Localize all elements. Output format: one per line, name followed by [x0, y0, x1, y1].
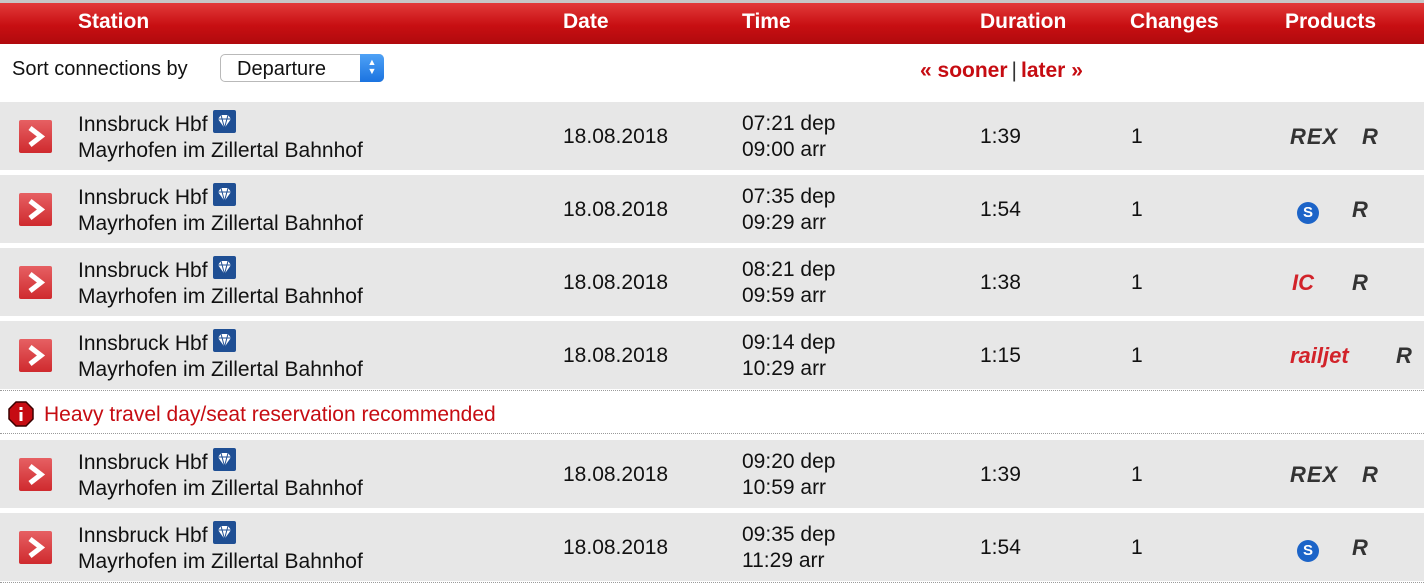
product-r[interactable]: R: [1362, 462, 1378, 488]
to-station[interactable]: Mayrhofen im Zillertal Bahnhof: [78, 212, 363, 236]
duration-cell: 1:54: [980, 536, 1021, 559]
product-rex[interactable]: REX: [1290, 124, 1338, 150]
diamond-icon[interactable]: [212, 448, 236, 471]
divider: [0, 390, 1424, 391]
sort-select-value: Departure: [237, 58, 326, 80]
header-station: Station: [78, 10, 150, 33]
date-cell: 18.08.2018: [563, 125, 669, 148]
changes-cell: 1: [1131, 463, 1143, 486]
changes-cell: 1: [1131, 344, 1143, 367]
duration-cell: 1:38: [980, 271, 1021, 294]
product-ic[interactable]: IC: [1292, 270, 1314, 296]
changes-cell: 1: [1131, 198, 1143, 221]
connection-row: Innsbruck Hbf Mayrhofen im Zillertal Bah…: [0, 321, 1424, 389]
departure-time: 09:35 dep: [742, 523, 836, 546]
product-railjet[interactable]: railjet: [1290, 343, 1349, 369]
chevron-right-icon[interactable]: [19, 531, 52, 564]
product-r[interactable]: R: [1352, 197, 1368, 223]
to-station[interactable]: Mayrhofen im Zillertal Bahnhof: [78, 285, 363, 309]
date-cell: 18.08.2018: [563, 536, 669, 559]
sbahn-icon: S: [1297, 202, 1319, 224]
connection-row: Innsbruck Hbf Mayrhofen im Zillertal Bah…: [0, 175, 1424, 243]
duration-cell: 1:39: [980, 463, 1021, 486]
sort-bar: [0, 44, 1424, 100]
departure-time: 07:21 dep: [742, 112, 836, 135]
chevron-right-icon[interactable]: [19, 193, 52, 226]
product-r[interactable]: R: [1362, 124, 1378, 150]
header-products: Products: [1285, 10, 1377, 33]
date-cell: 18.08.2018: [563, 198, 669, 221]
duration-cell: 1:54: [980, 198, 1021, 221]
product-r[interactable]: R: [1352, 535, 1368, 561]
chevron-right-icon[interactable]: [19, 458, 52, 491]
diamond-icon[interactable]: [212, 110, 236, 133]
to-station[interactable]: Mayrhofen im Zillertal Bahnhof: [78, 358, 363, 382]
diamond-icon[interactable]: [212, 329, 236, 352]
chevron-right-icon[interactable]: [19, 266, 52, 299]
from-station[interactable]: Innsbruck Hbf: [78, 521, 236, 548]
from-station[interactable]: Innsbruck Hbf: [78, 448, 236, 475]
date-cell: 18.08.2018: [563, 463, 669, 486]
table-header: Station Date Time Duration Changes Produ…: [0, 0, 1424, 44]
select-stepper-icon: ▲ ▼: [360, 54, 384, 82]
to-station[interactable]: Mayrhofen im Zillertal Bahnhof: [78, 139, 363, 163]
date-cell: 18.08.2018: [563, 344, 669, 367]
arrival-time: 10:29 arr: [742, 357, 827, 380]
product-rex[interactable]: REX: [1290, 462, 1338, 488]
chevron-right-icon[interactable]: [19, 339, 52, 372]
departure-time: 07:35 dep: [742, 185, 836, 208]
changes-cell: 1: [1131, 125, 1143, 148]
divider: [0, 582, 1424, 583]
diamond-icon[interactable]: [212, 521, 236, 544]
header-changes: Changes: [1130, 10, 1219, 33]
connection-row: Innsbruck Hbf Mayrhofen im Zillertal Bah…: [0, 440, 1424, 508]
connection-row: Innsbruck Hbf Mayrhofen im Zillertal Bah…: [0, 102, 1424, 170]
paging-separator: |: [1011, 59, 1017, 82]
later-link[interactable]: later »: [1021, 59, 1083, 82]
sort-label: Sort connections by: [12, 58, 188, 80]
header-duration: Duration: [980, 10, 1067, 33]
duration-cell: 1:39: [980, 125, 1021, 148]
diamond-icon[interactable]: [212, 183, 236, 206]
connection-row: Innsbruck Hbf Mayrhofen im Zillertal Bah…: [0, 513, 1424, 581]
paging: « sooner | later »: [920, 59, 1083, 83]
arrival-time: 09:29 arr: [742, 211, 827, 234]
from-station[interactable]: Innsbruck Hbf: [78, 110, 236, 137]
product-sbahn[interactable]: S: [1297, 535, 1319, 562]
product-r[interactable]: R: [1352, 270, 1368, 296]
product-r[interactable]: R: [1396, 343, 1412, 369]
departure-time: 08:21 dep: [742, 258, 836, 281]
from-station[interactable]: Innsbruck Hbf: [78, 183, 236, 210]
notice-text: Heavy travel day/seat reservation recomm…: [44, 403, 496, 426]
to-station[interactable]: Mayrhofen im Zillertal Bahnhof: [78, 477, 363, 501]
sbahn-icon: S: [1297, 540, 1319, 562]
changes-cell: 1: [1131, 536, 1143, 559]
diamond-icon[interactable]: [212, 256, 236, 279]
arrival-time: 10:59 arr: [742, 476, 827, 499]
divider: [0, 433, 1424, 434]
sort-select[interactable]: Departure ▲ ▼: [220, 54, 384, 82]
chevron-right-icon[interactable]: [19, 120, 52, 153]
arrival-time: 09:59 arr: [742, 284, 827, 307]
from-station[interactable]: Innsbruck Hbf: [78, 329, 236, 356]
from-station[interactable]: Innsbruck Hbf: [78, 256, 236, 283]
changes-cell: 1: [1131, 271, 1143, 294]
connection-row: Innsbruck Hbf Mayrhofen im Zillertal Bah…: [0, 248, 1424, 316]
to-station[interactable]: Mayrhofen im Zillertal Bahnhof: [78, 550, 363, 574]
departure-time: 09:14 dep: [742, 331, 836, 354]
date-cell: 18.08.2018: [563, 271, 669, 294]
product-sbahn[interactable]: S: [1297, 197, 1319, 224]
departure-time: 09:20 dep: [742, 450, 836, 473]
notice-bar: Heavy travel day/seat reservation recomm…: [0, 392, 1424, 434]
header-date: Date: [563, 10, 609, 33]
sooner-link[interactable]: « sooner: [920, 59, 1008, 82]
arrival-time: 11:29 arr: [742, 549, 825, 572]
header-time: Time: [742, 10, 791, 33]
duration-cell: 1:15: [980, 344, 1021, 367]
arrival-time: 09:00 arr: [742, 138, 827, 161]
alert-icon: [8, 401, 34, 427]
